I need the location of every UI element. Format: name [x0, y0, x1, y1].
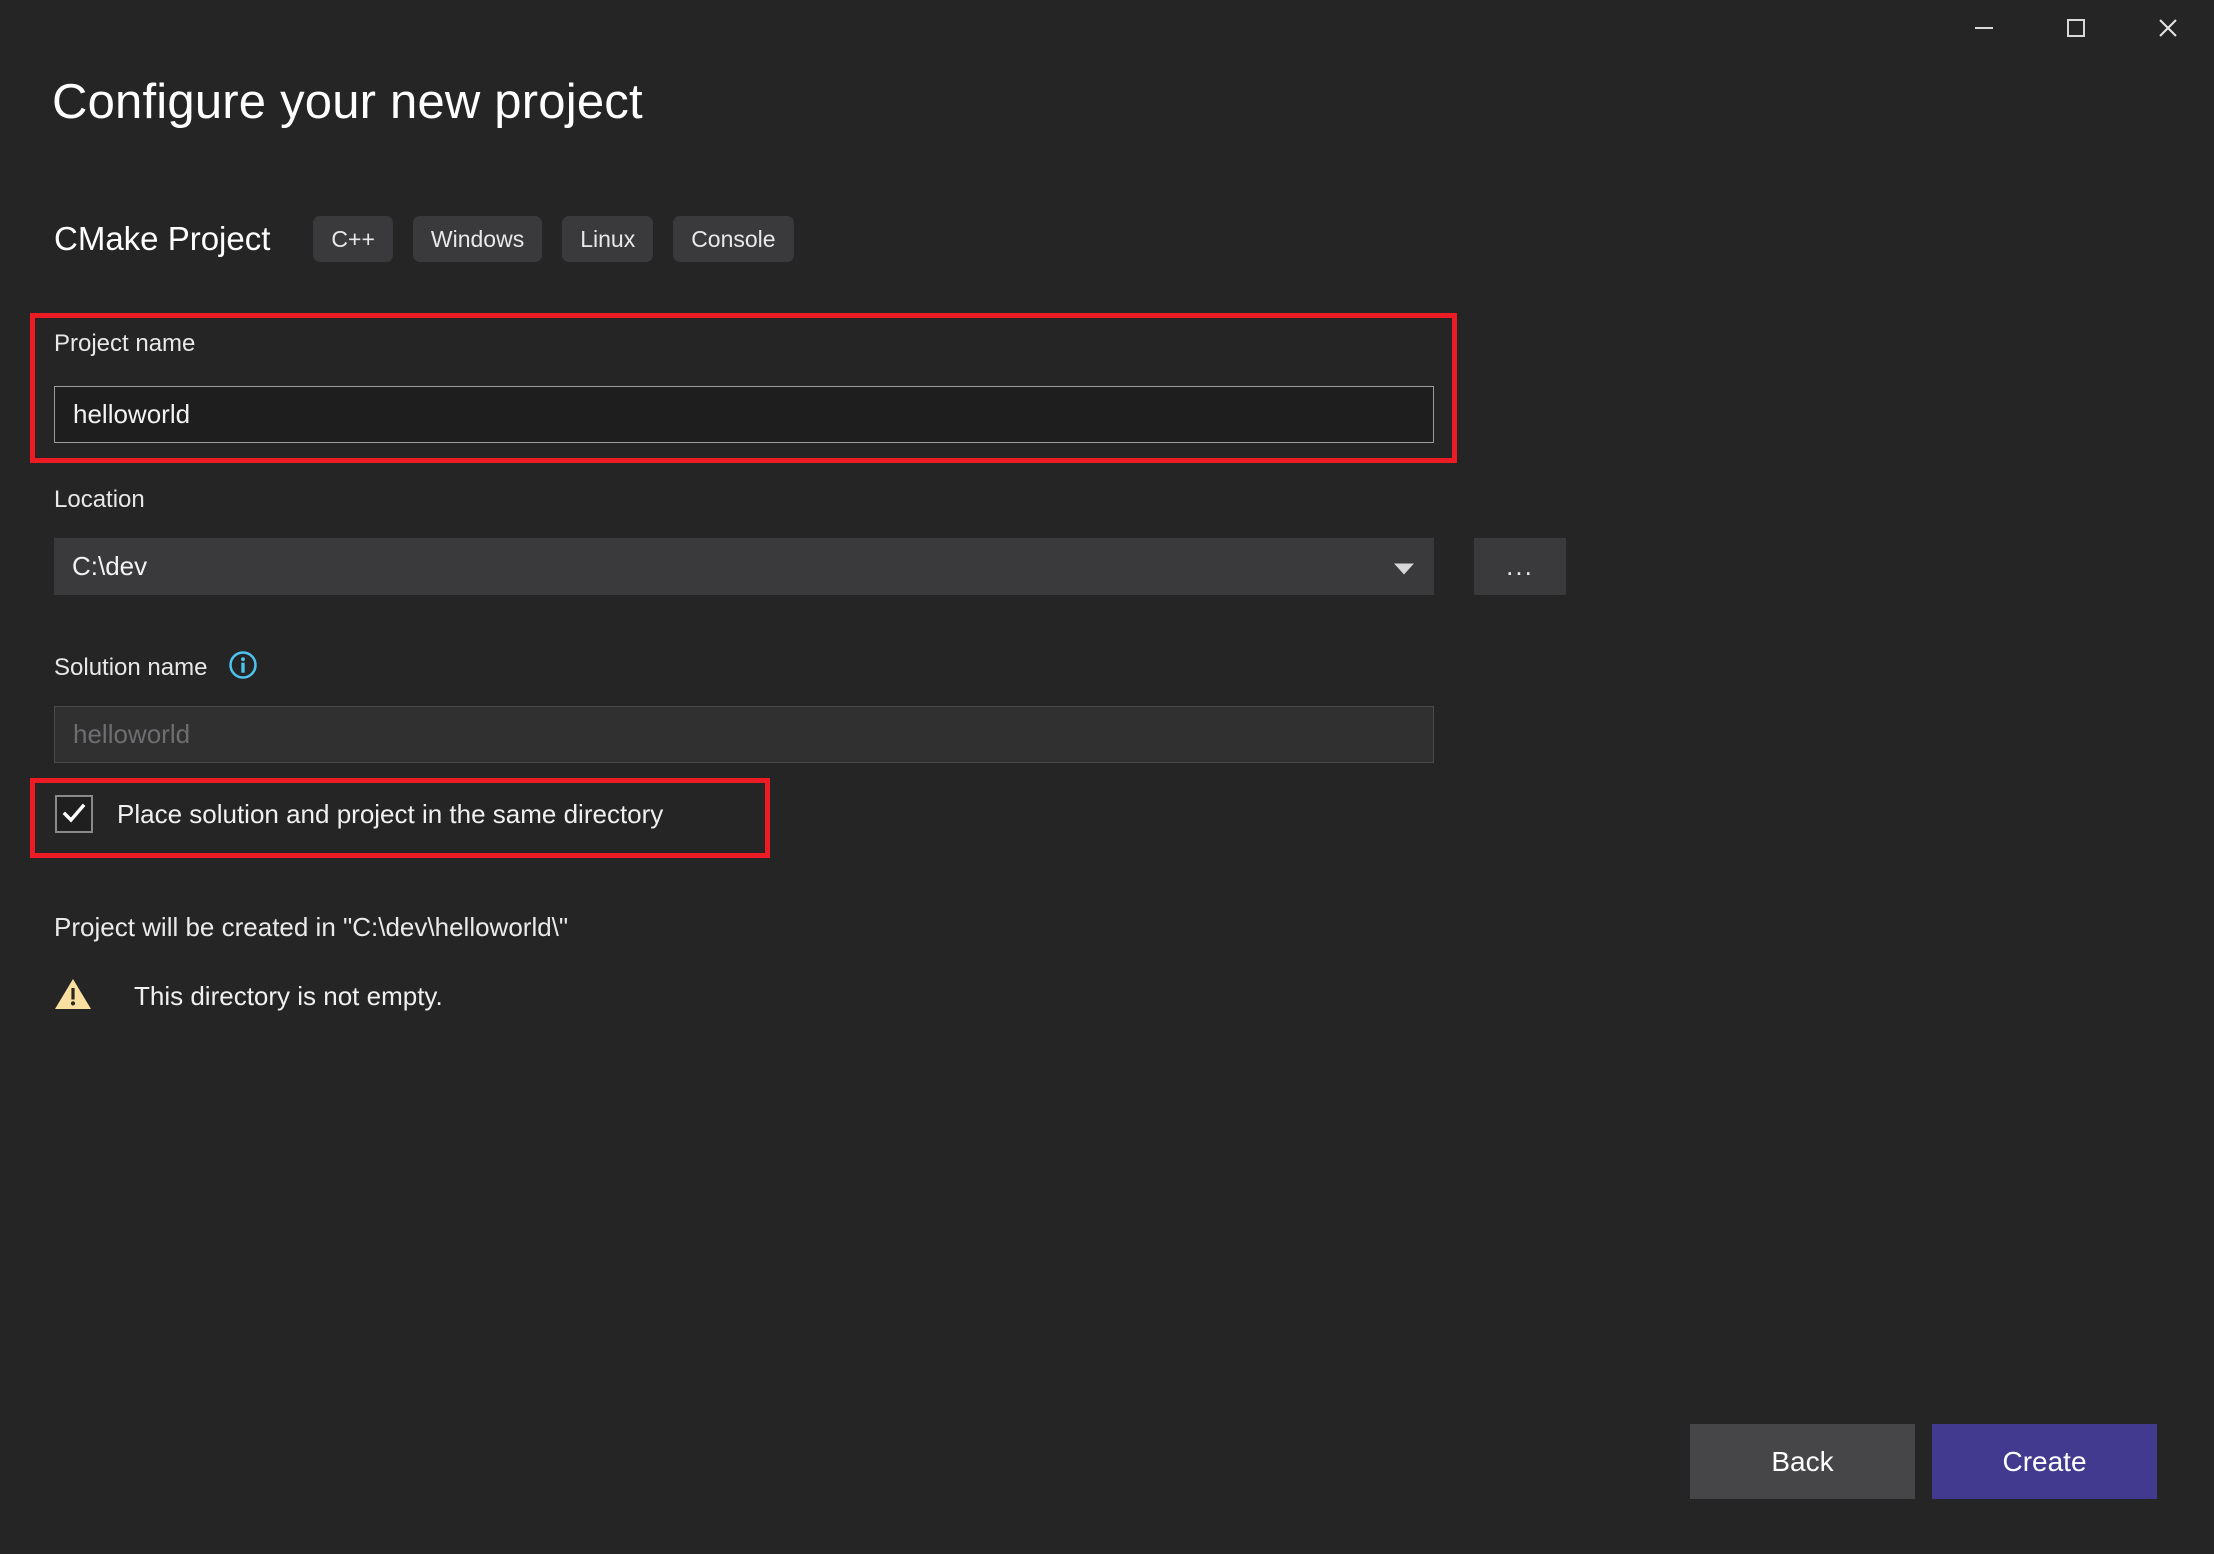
configure-project-dialog: Configure your new project CMake Project… — [0, 0, 2214, 1554]
solution-name-label-text: Solution name — [54, 653, 208, 681]
create-button[interactable]: Create — [1932, 1424, 2157, 1499]
directory-warning-text: This directory is not empty. — [134, 981, 443, 1011]
location-combobox[interactable]: C:\dev — [54, 538, 1434, 595]
warning-triangle-icon — [54, 977, 92, 1016]
project-name-label: Project name — [54, 330, 196, 357]
checkmark-icon — [62, 803, 86, 823]
same-directory-checkbox[interactable] — [55, 795, 93, 833]
minimize-icon — [1970, 14, 1998, 42]
template-summary: CMake Project C++ Windows Linux Console — [54, 216, 814, 262]
browse-location-button[interactable]: ... — [1474, 538, 1566, 595]
same-directory-checkbox-label: Place solution and project in the same d… — [117, 798, 664, 829]
maximize-button[interactable] — [2030, 0, 2122, 56]
template-name: CMake Project — [54, 220, 271, 257]
chevron-down-icon — [1392, 551, 1416, 582]
title-bar — [0, 0, 2214, 66]
tag-platform-windows: Windows — [412, 216, 543, 262]
close-icon — [2153, 13, 2183, 43]
page-title: Configure your new project — [52, 75, 643, 129]
solution-name-label: Solution name — [54, 650, 258, 687]
same-directory-checkbox-row[interactable]: Place solution and project in the same d… — [55, 795, 663, 833]
back-button[interactable]: Back — [1690, 1424, 1915, 1499]
project-path-message: Project will be created in "C:\dev\hello… — [54, 912, 569, 942]
project-name-input[interactable] — [54, 386, 1434, 443]
directory-warning: This directory is not empty. — [54, 977, 443, 1016]
location-value: C:\dev — [72, 551, 148, 581]
location-label: Location — [54, 486, 145, 513]
tag-project-type-console: Console — [673, 216, 794, 262]
solution-name-input — [54, 706, 1434, 763]
close-button[interactable] — [2122, 0, 2214, 56]
tag-language: C++ — [313, 216, 393, 262]
maximize-icon — [2062, 14, 2090, 42]
tag-platform-linux: Linux — [562, 216, 654, 262]
minimize-button[interactable] — [1938, 0, 2030, 56]
info-icon[interactable] — [228, 650, 258, 687]
